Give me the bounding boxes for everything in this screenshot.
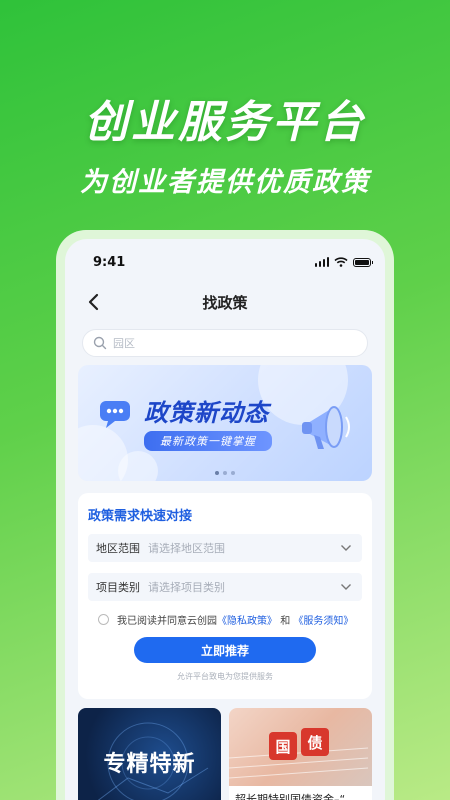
back-arrow-icon[interactable] (83, 291, 105, 313)
content-tiles: 专精特新 国 债 超长期特别国债资金–“ (78, 708, 372, 800)
category-placeholder: 请选择项目类别 (148, 581, 225, 594)
region-select[interactable]: 地区范围 请选择地区范围 (88, 534, 362, 562)
chevron-down-icon (341, 584, 351, 590)
hero-title: 创业服务平台 (84, 97, 366, 148)
tile-treasury-caption: 超长期特别国债资金–“ (235, 793, 346, 800)
category-label: 项目类别 (96, 581, 140, 594)
form-title: 政策需求快速对接 (88, 509, 193, 524)
document-background-icon (229, 747, 368, 779)
megaphone-icon (302, 406, 350, 449)
form-footnote: 允许平台致电为您提供服务 (177, 672, 273, 681)
signal-icon (314, 257, 329, 267)
region-placeholder: 请选择地区范围 (148, 542, 225, 555)
recommend-button[interactable]: 立即推荐 (134, 637, 316, 663)
category-select[interactable]: 项目类别 请选择项目类别 (88, 573, 362, 601)
tile-treasury-bond[interactable]: 国 债 超长期特别国债资金–“ (229, 708, 372, 800)
tile-specialized[interactable]: 专精特新 (78, 708, 221, 800)
search-icon (93, 336, 107, 350)
seal-guo: 国 (269, 732, 297, 760)
agreement-prefix: 我已阅读并同意云创园 (117, 616, 217, 627)
search-bar[interactable] (82, 329, 368, 357)
service-terms-link[interactable]: 《服务须知》 (293, 616, 353, 627)
tile-specialized-text: 专精特新 (103, 752, 196, 777)
agreement-text: 我已阅读并同意云创园《隐私政策》 和 《服务须知》 (117, 612, 353, 627)
banner-title: 政策新动态 (144, 399, 269, 427)
seal-zhai: 债 (301, 728, 329, 756)
policy-banner[interactable]: 政策新动态 最新政策一键掌握 (78, 365, 372, 481)
banner-subtitle: 最新政策一键掌握 (144, 431, 272, 451)
status-bar: 9:41 (65, 239, 385, 285)
nav-bar: 找政策 (65, 285, 385, 319)
battery-icon (353, 257, 373, 267)
region-label: 地区范围 (96, 542, 140, 555)
page-title: 找政策 (202, 293, 248, 312)
privacy-policy-link[interactable]: 《隐私政策》 (217, 616, 277, 627)
phone-frame: 9:41 找政策 园区 政策新动态 最新政策一键掌握 政策需求快速对接 地区范围… (56, 230, 394, 800)
policy-form-card: 政策需求快速对接 地区范围 请选择地区范围 项目类别 请选择项目类别 我已阅读并… (78, 493, 372, 699)
search-input[interactable] (113, 336, 313, 350)
agreement-checkbox[interactable] (98, 614, 109, 625)
banner-pagination (215, 471, 235, 475)
chat-bubble-icon (100, 401, 130, 428)
phone-screen: 9:41 找政策 园区 政策新动态 最新政策一键掌握 政策需求快速对接 地区范围… (65, 239, 385, 800)
agreement-and: 和 (280, 616, 291, 627)
agreement-row: 我已阅读并同意云创园《隐私政策》 和 《服务须知》 (88, 612, 362, 627)
chevron-down-icon (341, 545, 351, 551)
status-icons (314, 257, 373, 267)
hero-subtitle: 为创业者提供优质政策 (80, 167, 370, 198)
wifi-icon (334, 257, 348, 267)
bond-photo: 国 债 (229, 708, 372, 786)
status-time: 9:41 (93, 254, 126, 270)
